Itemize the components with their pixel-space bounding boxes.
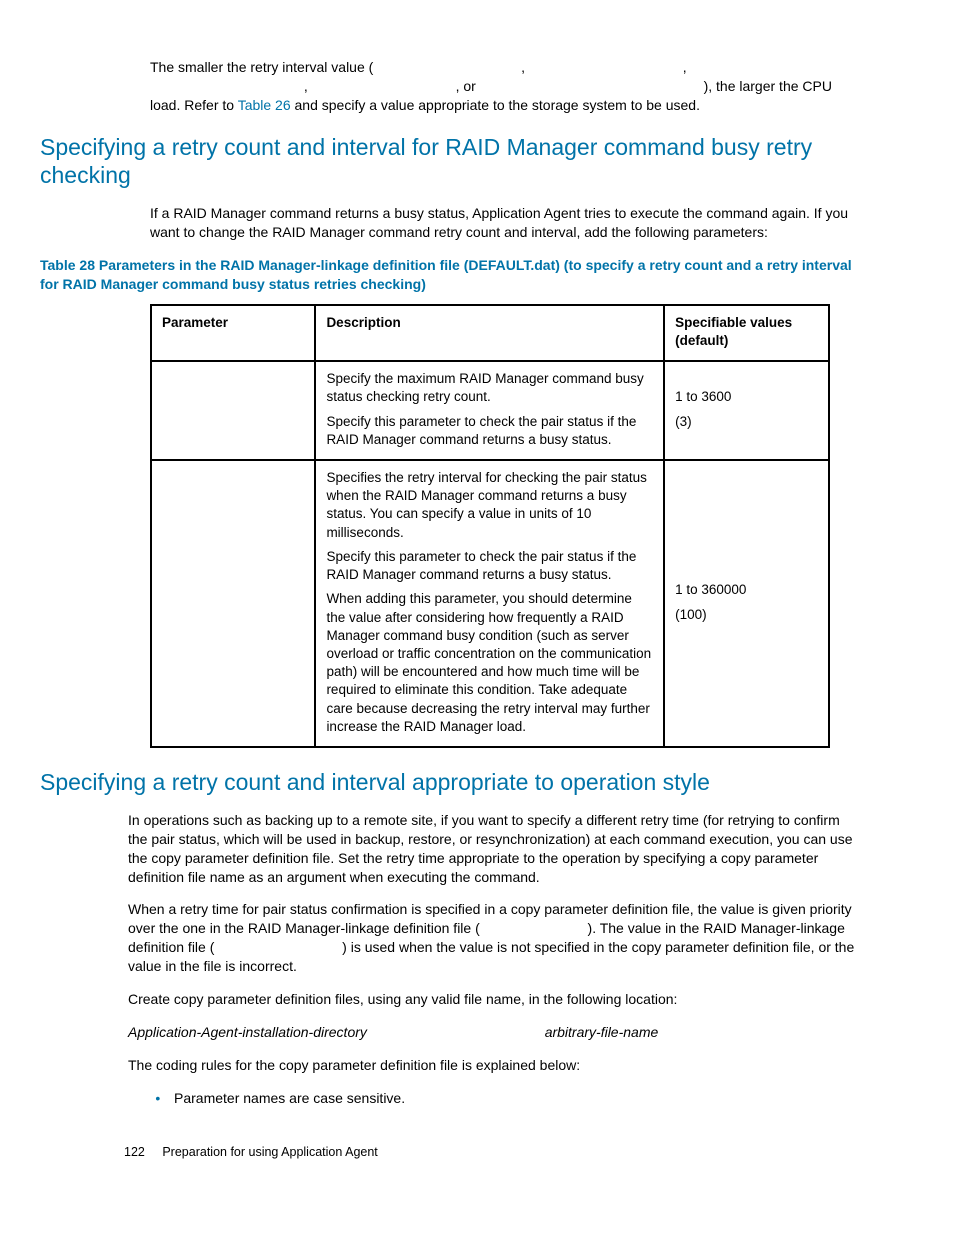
path-part-a: Application-Agent-installation-directory (128, 1024, 367, 1040)
cell-parameter (151, 361, 315, 460)
text: , (683, 59, 687, 75)
section1-intro: If a RAID Manager command returns a busy… (150, 204, 858, 242)
spec-line: 1 to 360000 (675, 581, 818, 599)
section2-p4: The coding rules for the copy parameter … (128, 1056, 858, 1075)
text: ) is used when the value is not specifie… (128, 939, 854, 974)
text: The smaller the retry interval value ( (150, 59, 373, 75)
table-caption: Table 28 Parameters in the RAID Manager-… (40, 256, 858, 294)
path-part-b: arbitrary-file-name (545, 1024, 659, 1040)
text: , (521, 59, 525, 75)
table-header-row: Parameter Description Specifiable values… (151, 305, 829, 361)
rules-list: Parameter names are case sensitive. (40, 1089, 858, 1108)
page-number: 122 (124, 1145, 145, 1159)
spec-line: (100) (675, 606, 818, 624)
page-footer: 122 Preparation for using Application Ag… (124, 1145, 378, 1159)
col-header-description: Description (315, 305, 664, 361)
col-header-spec: Specifiable values (default) (664, 305, 829, 361)
cell-spec: 1 to 3600 (3) (664, 361, 829, 460)
section2-path: Application-Agent-installation-directory… (128, 1023, 858, 1042)
text: , (304, 78, 308, 94)
col-header-parameter: Parameter (151, 305, 315, 361)
parameters-table: Parameter Description Specifiable values… (150, 304, 830, 748)
desc-para: Specify the maximum RAID Manager command… (326, 370, 653, 406)
cell-parameter (151, 460, 315, 747)
footer-title: Preparation for using Application Agent (162, 1145, 377, 1159)
spec-line: (3) (675, 413, 818, 431)
text: and specify a value appropriate to the s… (291, 97, 700, 113)
intro-paragraph: The smaller the retry interval value ( ,… (150, 58, 858, 115)
section2-p2: When a retry time for pair status confir… (128, 900, 858, 976)
section2-p1: In operations such as backing up to a re… (128, 811, 858, 887)
table-row: Specifies the retry interval for checkin… (151, 460, 829, 747)
section1-heading: Specifying a retry count and interval fo… (40, 133, 858, 191)
table-row: Specify the maximum RAID Manager command… (151, 361, 829, 460)
text: , or (456, 78, 476, 94)
desc-para: Specifies the retry interval for checkin… (326, 469, 653, 542)
table-26-link[interactable]: Table 26 (238, 97, 291, 113)
cell-description: Specifies the retry interval for checkin… (315, 460, 664, 747)
list-item: Parameter names are case sensitive. (168, 1089, 858, 1108)
desc-para: Specify this parameter to check the pair… (326, 548, 653, 584)
page-container: The smaller the retry interval value ( ,… (0, 0, 954, 1162)
desc-para: When adding this parameter, you should d… (326, 590, 653, 736)
desc-para: Specify this parameter to check the pair… (326, 413, 653, 449)
section2-heading: Specifying a retry count and interval ap… (40, 768, 858, 797)
spec-line: 1 to 3600 (675, 388, 818, 406)
section2-p3: Create copy parameter definition files, … (128, 990, 858, 1009)
cell-description: Specify the maximum RAID Manager command… (315, 361, 664, 460)
cell-spec: 1 to 360000 (100) (664, 460, 829, 747)
